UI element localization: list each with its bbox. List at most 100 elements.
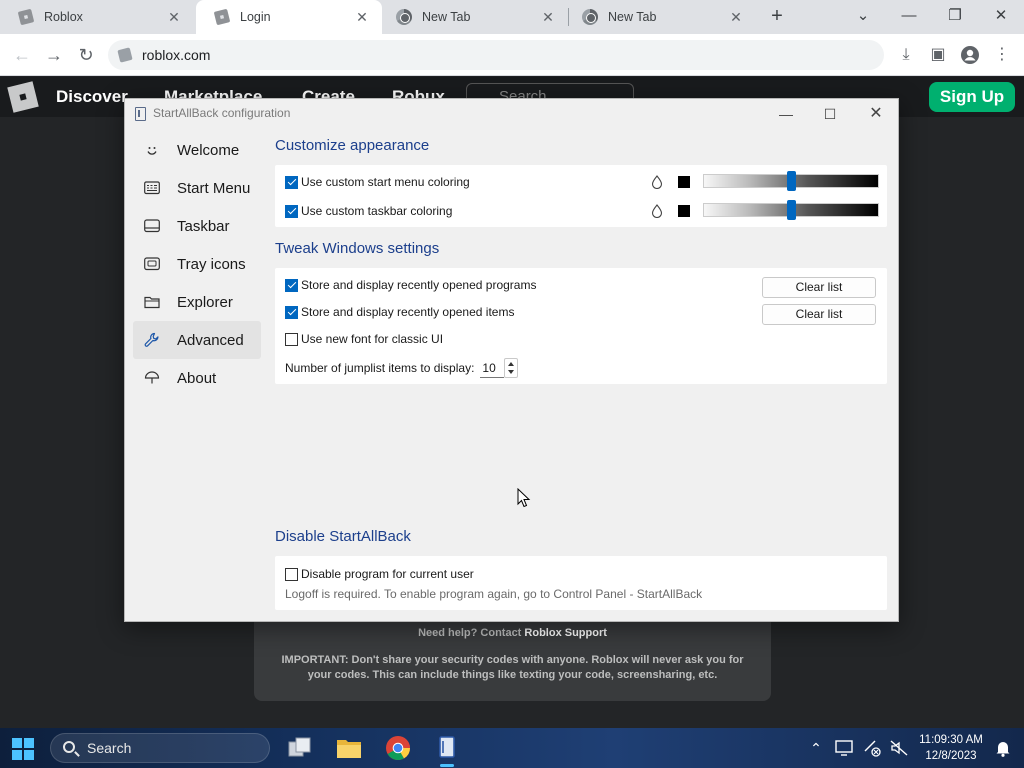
tab-login[interactable]: Login ✕ bbox=[196, 0, 382, 34]
sidebar-item-label: Tray icons bbox=[177, 255, 246, 273]
disable-program-row: Disable program for current user bbox=[285, 567, 474, 581]
forward-arrow-icon[interactable]: → bbox=[42, 43, 66, 67]
start-menu-coloring-row: Use custom start menu coloring bbox=[285, 175, 470, 189]
tab-search-chevron-icon[interactable]: ⌄ bbox=[850, 4, 876, 28]
sidebar-item-taskbar[interactable]: Taskbar bbox=[133, 207, 261, 245]
sidebar-item-explorer[interactable]: Explorer bbox=[133, 283, 261, 321]
mouse-cursor-icon bbox=[517, 488, 531, 508]
reload-icon[interactable]: ↻ bbox=[74, 43, 98, 67]
volume-muted-icon[interactable] bbox=[889, 738, 909, 758]
increment-arrow-icon[interactable] bbox=[508, 362, 515, 366]
taskbar-color-swatch[interactable] bbox=[678, 205, 690, 217]
recent-items-row: Store and display recently opened items bbox=[285, 305, 514, 319]
sidebar-item-welcome[interactable]: Welcome bbox=[133, 131, 261, 169]
network-disconnected-icon[interactable] bbox=[862, 738, 882, 758]
task-view-icon[interactable] bbox=[286, 734, 314, 762]
jumplist-label: Number of jumplist items to display: bbox=[285, 361, 475, 375]
new-tab-button[interactable]: + bbox=[766, 6, 788, 28]
close-tab-icon[interactable]: ✕ bbox=[354, 9, 370, 25]
start-menu-coloring-checkbox[interactable] bbox=[285, 175, 298, 189]
color-picker-drop-icon[interactable] bbox=[651, 204, 663, 218]
slider-thumb[interactable] bbox=[786, 200, 796, 220]
security-warning-text: IMPORTANT: Don't share your security cod… bbox=[281, 654, 744, 681]
color-picker-drop-icon[interactable] bbox=[651, 175, 663, 189]
tab-new-tab-2[interactable]: New Tab ✕ bbox=[564, 0, 756, 34]
clear-programs-button[interactable]: Clear list bbox=[762, 277, 876, 298]
recent-items-checkbox[interactable] bbox=[285, 305, 298, 319]
notification-bell-icon[interactable] bbox=[993, 738, 1013, 758]
taskbar-clock[interactable]: 11:09:30 AM 12/8/2023 bbox=[912, 732, 990, 764]
start-menu-color-swatch[interactable] bbox=[678, 176, 690, 188]
jumplist-count-value[interactable]: 10 bbox=[480, 358, 505, 378]
customize-panel: Use custom start menu coloring Use custo… bbox=[275, 165, 887, 227]
back-arrow-icon[interactable]: ← bbox=[10, 43, 34, 67]
disable-program-checkbox[interactable] bbox=[285, 567, 298, 581]
windows-taskbar: Search ⌃ 11:09:30 AM 12/8/2023 bbox=[0, 728, 1024, 768]
close-icon[interactable]: ✕ bbox=[861, 103, 891, 125]
checkbox-label: Use custom taskbar coloring bbox=[301, 204, 453, 218]
taskbar-search-label: Search bbox=[87, 740, 132, 756]
tab-title: New Tab bbox=[608, 10, 657, 24]
roblox-favicon-icon bbox=[17, 8, 35, 26]
minimize-window-icon[interactable]: — bbox=[896, 4, 922, 28]
jumplist-count-stepper[interactable]: 10 bbox=[480, 358, 519, 378]
checkbox-label: Store and display recently opened progra… bbox=[301, 278, 537, 292]
chrome-app-icon[interactable] bbox=[384, 734, 412, 762]
restore-window-icon[interactable]: ❐ bbox=[942, 4, 968, 28]
checkbox-label: Use new font for classic UI bbox=[301, 332, 444, 346]
startallback-app-taskbar-icon[interactable] bbox=[433, 734, 461, 762]
show-hidden-icons-chevron-icon[interactable]: ⌃ bbox=[806, 738, 826, 758]
window-title-bar[interactable]: StartAllBack configuration — ☐ ✕ bbox=[125, 99, 898, 129]
tab-roblox[interactable]: Roblox ✕ bbox=[0, 0, 194, 34]
folder-icon bbox=[143, 293, 161, 311]
sidebar-item-label: About bbox=[177, 369, 217, 387]
clear-items-button[interactable]: Clear list bbox=[762, 304, 876, 325]
help-text: Need help? Contact bbox=[418, 627, 522, 639]
roblox-support-link[interactable]: Roblox Support bbox=[524, 627, 607, 639]
download-icon[interactable]: ⤓ bbox=[894, 43, 918, 67]
startallback-app-icon bbox=[135, 107, 146, 121]
chrome-favicon-icon bbox=[396, 9, 412, 25]
display-icon[interactable] bbox=[834, 738, 854, 758]
window-title: StartAllBack configuration bbox=[153, 106, 291, 120]
wrench-icon bbox=[143, 331, 161, 349]
sidebar-item-tray-icons[interactable]: Tray icons bbox=[133, 245, 261, 283]
jumplist-row: Number of jumplist items to display: 10 bbox=[285, 358, 519, 378]
recent-programs-checkbox[interactable] bbox=[285, 278, 298, 292]
tab-title: New Tab bbox=[422, 10, 471, 24]
close-tab-icon[interactable]: ✕ bbox=[166, 9, 182, 25]
site-info-icon[interactable] bbox=[117, 47, 133, 63]
file-explorer-icon[interactable] bbox=[335, 734, 363, 762]
decrement-arrow-icon[interactable] bbox=[508, 370, 515, 374]
sidebar-item-advanced[interactable]: Advanced bbox=[133, 321, 261, 359]
sidebar-item-start-menu[interactable]: Start Menu bbox=[133, 169, 261, 207]
disable-panel: Disable program for current user Logoff … bbox=[275, 556, 887, 610]
taskbar-coloring-checkbox[interactable] bbox=[285, 204, 298, 218]
tab-title: Roblox bbox=[44, 10, 83, 24]
maximize-icon[interactable]: ☐ bbox=[815, 103, 845, 125]
tweak-panel: Store and display recently opened progra… bbox=[275, 268, 887, 384]
side-panel-icon[interactable]: ▣ bbox=[926, 43, 950, 67]
close-window-icon[interactable]: ✕ bbox=[988, 4, 1014, 28]
address-bar[interactable]: roblox.com bbox=[108, 40, 884, 70]
close-tab-icon[interactable]: ✕ bbox=[540, 9, 556, 25]
sidebar-item-about[interactable]: About bbox=[133, 359, 261, 397]
clock-date: 12/8/2023 bbox=[925, 750, 977, 762]
close-tab-icon[interactable]: ✕ bbox=[728, 9, 744, 25]
active-app-indicator bbox=[440, 764, 454, 767]
slider-thumb[interactable] bbox=[786, 171, 796, 191]
nav-discover[interactable]: Discover bbox=[56, 87, 128, 107]
sign-up-button[interactable]: Sign Up bbox=[929, 82, 1015, 112]
windows-start-icon[interactable] bbox=[12, 738, 34, 760]
sidebar-item-label: Start Menu bbox=[177, 179, 251, 197]
browser-menu-icon[interactable]: ⋮ bbox=[990, 43, 1014, 67]
tab-new-tab-1[interactable]: New Tab ✕ bbox=[378, 0, 568, 34]
roblox-logo-icon[interactable] bbox=[7, 81, 39, 113]
browser-toolbar: ← → ↻ roblox.com ⤓ ▣ ⋮ bbox=[0, 34, 1024, 76]
tray-icon bbox=[143, 255, 161, 273]
taskbar-search-box[interactable]: Search bbox=[50, 733, 270, 763]
minimize-icon[interactable]: — bbox=[771, 103, 801, 125]
sidebar-item-label: Explorer bbox=[177, 293, 233, 311]
new-font-checkbox[interactable] bbox=[285, 332, 298, 346]
profile-avatar-icon[interactable] bbox=[958, 43, 982, 67]
